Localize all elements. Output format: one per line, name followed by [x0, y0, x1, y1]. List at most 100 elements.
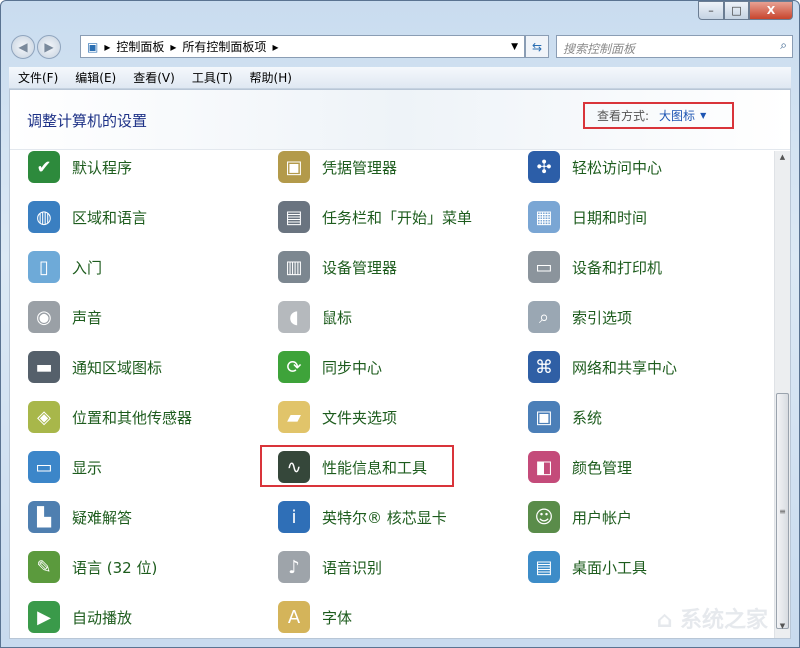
back-arrow-icon: ◀ — [18, 40, 27, 54]
item-label: 区域和语言 — [72, 207, 147, 228]
scrollbar-thumb[interactable]: ≡ — [776, 393, 789, 629]
breadcrumb-separator-icon: ▸ — [170, 40, 176, 54]
address-dropdown-icon[interactable]: ▼ — [511, 42, 518, 52]
back-button[interactable]: ◀ — [11, 35, 35, 59]
page-title: 调整计算机的设置 — [27, 110, 147, 131]
item-icon: ✣ — [528, 151, 560, 183]
item-icon: ♪ — [278, 551, 310, 583]
control-panel-item[interactable]: ▤任务栏和「开始」菜单 — [278, 200, 518, 234]
item-icon: i — [278, 501, 310, 533]
item-icon: ◉ — [28, 301, 60, 333]
item-label: 同步中心 — [322, 357, 382, 378]
menu-view[interactable]: 查看(V) — [124, 69, 183, 86]
control-panel-item[interactable]: ▰ 文件夹选项 — [278, 400, 518, 434]
control-panel-item[interactable]: ✔ 默认程序 — [28, 150, 268, 184]
scroll-down-arrow-icon[interactable]: ▼ — [775, 622, 790, 636]
search-placeholder: 搜索控制面板 — [563, 42, 635, 56]
item-icon: ✎ — [28, 551, 60, 583]
item-icon: ▰ — [278, 401, 310, 433]
item-icon: ◈ — [28, 401, 60, 433]
item-label: 文件夹选项 — [322, 407, 397, 428]
control-panel-item[interactable]: ⟳同步中心 — [278, 350, 518, 384]
item-icon: ▶ — [28, 601, 60, 633]
view-mode-selector[interactable]: 查看方式: 大图标 ▼ — [583, 102, 734, 129]
item-label: 凭据管理器 — [322, 157, 397, 178]
control-panel-item[interactable]: ▣系统 — [528, 400, 768, 434]
control-panel-item[interactable]: ◈位置和其他传感器 — [28, 400, 268, 434]
control-panel-item[interactable]: ◧颜色管理 — [528, 450, 768, 484]
item-label: 疑难解答 — [72, 507, 132, 528]
item-icon: ◍ — [28, 201, 60, 233]
search-input[interactable]: 搜索控制面板 ⌕ — [556, 35, 793, 58]
search-icon[interactable]: ⌕ — [780, 38, 787, 53]
breadcrumb-all-items[interactable]: 所有控制面板项 — [182, 38, 266, 55]
control-panel-item[interactable]: ▙疑难解答 — [28, 500, 268, 534]
item-icon: ▥ — [278, 251, 310, 283]
breadcrumb-separator-icon: ▸ — [104, 40, 110, 54]
control-panel-item[interactable]: ✎语言 (32 位) — [28, 550, 268, 584]
control-panel-item[interactable]: ◍ 区域和语言 — [28, 200, 268, 234]
minimize-button[interactable]: – — [698, 1, 724, 20]
item-label: 英特尔® 核芯显卡 — [322, 507, 447, 528]
item-icon: ▭ — [528, 251, 560, 283]
content-pane: 调整计算机的设置 查看方式: 大图标 ▼ ✔ 默认程序 ▣ 凭据管理器 ✣轻松访问中心 ◍… — [9, 89, 791, 639]
control-panel-item[interactable]: ✣轻松访问中心 — [528, 150, 768, 184]
control-panel-item[interactable]: ▶ 自动播放 — [28, 600, 268, 634]
item-label: 通知区域图标 — [72, 357, 162, 378]
item-label: 网络和共享中心 — [572, 357, 677, 378]
item-icon: ◖ — [278, 301, 310, 333]
control-panel-item[interactable]: ♪ 语音识别 — [278, 550, 518, 584]
scroll-up-arrow-icon[interactable]: ▲ — [775, 153, 790, 167]
navigation-bar: ◀ ▶ ▣ ▸ 控制面板 ▸ 所有控制面板项 ▸ ▼ ⇆ 搜索控制面板 ⌕ — [9, 34, 791, 60]
forward-button[interactable]: ▶ — [37, 35, 61, 59]
control-panel-item[interactable]: ▭显示 — [28, 450, 268, 484]
menu-edit[interactable]: 编辑(E) — [66, 69, 124, 86]
view-mode-value[interactable]: 大图标 — [659, 107, 695, 124]
window-frame: – □ X ◀ ▶ ▣ ▸ 控制面板 ▸ 所有控制面板项 ▸ ▼ ⇆ 搜索控制面… — [0, 0, 800, 648]
control-panel-item[interactable]: ▯入门 — [28, 250, 268, 284]
control-panel-item[interactable]: A字体 — [278, 600, 518, 634]
control-panel-item[interactable]: ▭设备和打印机 — [528, 250, 768, 284]
menu-help[interactable]: 帮助(H) — [241, 69, 300, 86]
breadcrumb-separator-icon: ▸ — [272, 40, 278, 54]
item-label: 用户帐户 — [572, 507, 632, 528]
breadcrumb-control-panel[interactable]: 控制面板 — [116, 38, 164, 55]
item-label: 自动播放 — [72, 607, 132, 628]
menu-tools[interactable]: 工具(T) — [183, 69, 241, 86]
refresh-button[interactable]: ⇆ — [525, 35, 549, 58]
control-panel-item[interactable]: ⌘网络和共享中心 — [528, 350, 768, 384]
menu-bar: 文件(F) 编辑(E) 查看(V) 工具(T) 帮助(H) — [9, 67, 791, 89]
refresh-icon: ⇆ — [532, 40, 542, 54]
item-label: 默认程序 — [72, 157, 132, 178]
item-label: 声音 — [72, 307, 102, 328]
chevron-down-icon[interactable]: ▼ — [700, 111, 706, 120]
control-panel-item[interactable]: ◉ 声音 — [28, 300, 268, 334]
item-label: 显示 — [72, 457, 102, 478]
item-icon: ☺ — [528, 501, 560, 533]
menu-file[interactable]: 文件(F) — [9, 69, 66, 86]
item-label: 语音识别 — [322, 557, 382, 578]
item-icon: ▣ — [528, 401, 560, 433]
control-panel-item[interactable]: ▬通知区域图标 — [28, 350, 268, 384]
maximize-button[interactable]: □ — [724, 1, 749, 20]
item-icon: ▯ — [28, 251, 60, 283]
control-panel-item[interactable]: ▣ 凭据管理器 — [278, 150, 518, 184]
window-controls: – □ X — [698, 1, 793, 20]
control-panel-item[interactable]: ◖鼠标 — [278, 300, 518, 334]
control-panel-item[interactable]: ⌕索引选项 — [528, 300, 768, 334]
item-icon: ✔ — [28, 151, 60, 183]
control-panel-item[interactable]: ▦日期和时间 — [528, 200, 768, 234]
control-panel-item[interactable]: ☺ 用户帐户 — [528, 500, 768, 534]
control-panel-item[interactable]: i 英特尔® 核芯显卡 — [278, 500, 518, 534]
vertical-scrollbar[interactable]: ▲ ≡ ▼ — [774, 151, 790, 638]
item-icon: ▣ — [278, 151, 310, 183]
highlight-box — [260, 445, 454, 487]
close-button[interactable]: X — [749, 1, 793, 20]
item-icon: ◧ — [528, 451, 560, 483]
item-icon: ⌕ — [528, 301, 560, 333]
address-bar[interactable]: ▣ ▸ 控制面板 ▸ 所有控制面板项 ▸ ▼ — [80, 35, 525, 58]
control-panel-item[interactable]: ▥设备管理器 — [278, 250, 518, 284]
view-mode-label: 查看方式: — [597, 107, 649, 124]
forward-arrow-icon: ▶ — [44, 40, 53, 54]
control-panel-item[interactable]: ▤桌面小工具 — [528, 550, 768, 584]
